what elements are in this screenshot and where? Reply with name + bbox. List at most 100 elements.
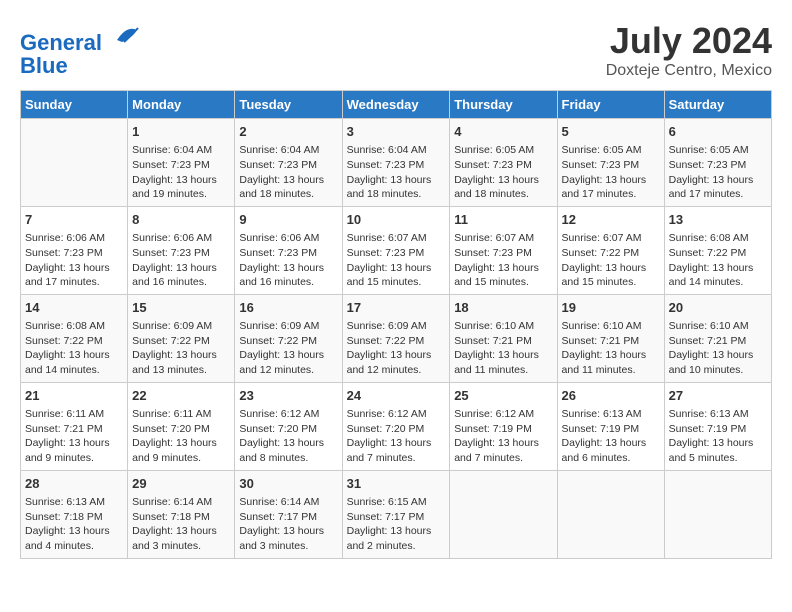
daylight-text: Daylight: 13 hours and 6 minutes. [562, 436, 660, 465]
calendar-cell: 17Sunrise: 6:09 AMSunset: 7:22 PMDayligh… [342, 294, 450, 382]
sunrise-text: Sunrise: 6:07 AM [347, 231, 446, 246]
month-title: July 2024 [606, 20, 772, 62]
sunset-text: Sunset: 7:23 PM [669, 158, 767, 173]
sunrise-text: Sunrise: 6:04 AM [347, 143, 446, 158]
sunset-text: Sunset: 7:18 PM [132, 510, 230, 525]
calendar-cell: 30Sunrise: 6:14 AMSunset: 7:17 PMDayligh… [235, 470, 342, 558]
calendar-cell: 19Sunrise: 6:10 AMSunset: 7:21 PMDayligh… [557, 294, 664, 382]
calendar-cell: 26Sunrise: 6:13 AMSunset: 7:19 PMDayligh… [557, 382, 664, 470]
calendar-cell: 3Sunrise: 6:04 AMSunset: 7:23 PMDaylight… [342, 119, 450, 207]
calendar-cell: 22Sunrise: 6:11 AMSunset: 7:20 PMDayligh… [128, 382, 235, 470]
sunset-text: Sunset: 7:22 PM [132, 334, 230, 349]
daylight-text: Daylight: 13 hours and 8 minutes. [239, 436, 337, 465]
sunrise-text: Sunrise: 6:15 AM [347, 495, 446, 510]
calendar-cell: 27Sunrise: 6:13 AMSunset: 7:19 PMDayligh… [664, 382, 771, 470]
week-row-3: 21 Sunrise: 6:11 AMSunset: 7:21 PM Dayligh… [21, 382, 772, 470]
calendar-cell: 28Sunrise: 6:13 AMSunset: 7:18 PMDayligh… [21, 470, 128, 558]
day-number: 10 [347, 211, 446, 229]
sunrise-text: Sunrise: 6:12 AM [347, 407, 446, 422]
daylight-text: Daylight: 13 hours and 9 minutes. [132, 436, 230, 465]
day-number: 17 [347, 299, 446, 317]
daylight-text: Daylight: 13 hours and 14 minutes. [669, 261, 767, 290]
sunset-text: Sunset: 7:22 PM [669, 246, 767, 261]
calendar-cell: 31Sunrise: 6:15 AMSunset: 7:17 PMDayligh… [342, 470, 450, 558]
page-header: General Blue July 2024 Doxteje Centro, M… [20, 20, 772, 80]
sunrise-text: Sunrise: 6:10 AM [454, 319, 552, 334]
sunset-text: Sunset: 7:22 PM [347, 334, 446, 349]
day-number: 23 [239, 387, 337, 405]
calendar-cell: 25Sunrise: 6:12 AMSunset: 7:19 PMDayligh… [450, 382, 557, 470]
sunset-text: Sunset: 7:20 PM [132, 422, 230, 437]
day-number: 25 [454, 387, 552, 405]
day-number: 15 [132, 299, 230, 317]
day-number: 26 [562, 387, 660, 405]
header-sunday: Sunday [21, 91, 128, 119]
sunrise-text: Sunrise: 6:07 AM [562, 231, 660, 246]
day-number: 30 [239, 475, 337, 493]
day-number: 31 [347, 475, 446, 493]
daylight-text: Daylight: 13 hours and 19 minutes. [132, 173, 230, 202]
day-number: 1 [132, 123, 230, 141]
sunset-text: Sunset: 7:21 PM [25, 422, 123, 437]
calendar-cell: 16Sunrise: 6:09 AMSunset: 7:22 PMDayligh… [235, 294, 342, 382]
sunrise-text: Sunrise: 6:14 AM [132, 495, 230, 510]
sunset-text: Sunset: 7:23 PM [25, 246, 123, 261]
daylight-text: Daylight: 13 hours and 17 minutes. [562, 173, 660, 202]
daylight-text: Daylight: 13 hours and 16 minutes. [132, 261, 230, 290]
sunset-text: Sunset: 7:22 PM [239, 334, 337, 349]
day-number: 29 [132, 475, 230, 493]
header-friday: Friday [557, 91, 664, 119]
sunset-text: Sunset: 7:20 PM [239, 422, 337, 437]
sunset-text: Sunset: 7:23 PM [132, 158, 230, 173]
calendar-cell: 21Sunrise: 6:11 AMSunset: 7:21 PMDayligh… [21, 382, 128, 470]
sunrise-text: Sunrise: 6:13 AM [669, 407, 767, 422]
day-number: 4 [454, 123, 552, 141]
sunset-text: Sunset: 7:19 PM [669, 422, 767, 437]
daylight-text: Daylight: 13 hours and 7 minutes. [347, 436, 446, 465]
calendar-cell: 5Sunrise: 6:05 AMSunset: 7:23 PMDaylight… [557, 119, 664, 207]
sunrise-text: Sunrise: 6:05 AM [562, 143, 660, 158]
daylight-text: Daylight: 13 hours and 18 minutes. [239, 173, 337, 202]
sunset-text: Sunset: 7:23 PM [347, 246, 446, 261]
sunrise-text: Sunrise: 6:10 AM [562, 319, 660, 334]
logo: General Blue [20, 20, 142, 77]
day-number: 21 [25, 387, 123, 405]
day-number: 16 [239, 299, 337, 317]
sunrise-text: Sunrise: 6:11 AM [25, 407, 123, 422]
sunset-text: Sunset: 7:18 PM [25, 510, 123, 525]
sunrise-text: Sunrise: 6:05 AM [669, 143, 767, 158]
sunrise-text: Sunrise: 6:04 AM [239, 143, 337, 158]
sunset-text: Sunset: 7:17 PM [239, 510, 337, 525]
sunset-text: Sunset: 7:21 PM [669, 334, 767, 349]
calendar-cell: 12Sunrise: 6:07 AMSunset: 7:22 PMDayligh… [557, 206, 664, 294]
sunrise-text: Sunrise: 6:08 AM [25, 319, 123, 334]
header-saturday: Saturday [664, 91, 771, 119]
day-number: 11 [454, 211, 552, 229]
daylight-text: Daylight: 13 hours and 3 minutes. [239, 524, 337, 553]
sunrise-text: Sunrise: 6:09 AM [132, 319, 230, 334]
sunrise-text: Sunrise: 6:05 AM [454, 143, 552, 158]
daylight-text: Daylight: 13 hours and 10 minutes. [669, 348, 767, 377]
title-block: July 2024 Doxteje Centro, Mexico [606, 20, 772, 80]
sunrise-text: Sunrise: 6:12 AM [239, 407, 337, 422]
calendar-cell: 8Sunrise: 6:06 AMSunset: 7:23 PMDaylight… [128, 206, 235, 294]
sunrise-text: Sunrise: 6:07 AM [454, 231, 552, 246]
sunset-text: Sunset: 7:19 PM [562, 422, 660, 437]
daylight-text: Daylight: 13 hours and 17 minutes. [25, 261, 123, 290]
daylight-text: Daylight: 13 hours and 15 minutes. [454, 261, 552, 290]
week-row-4: 28Sunrise: 6:13 AMSunset: 7:18 PMDayligh… [21, 470, 772, 558]
sunrise-text: Sunrise: 6:13 AM [25, 495, 123, 510]
sunrise-text: Sunrise: 6:06 AM [239, 231, 337, 246]
daylight-text: Daylight: 13 hours and 12 minutes. [347, 348, 446, 377]
calendar-cell: 9Sunrise: 6:06 AMSunset: 7:23 PMDaylight… [235, 206, 342, 294]
sunset-text: Sunset: 7:23 PM [454, 246, 552, 261]
day-number: 28 [25, 475, 123, 493]
calendar-cell: 15Sunrise: 6:09 AMSunset: 7:22 PMDayligh… [128, 294, 235, 382]
daylight-text: Daylight: 13 hours and 14 minutes. [25, 348, 123, 377]
sunset-text: Sunset: 7:23 PM [239, 158, 337, 173]
sunset-text: Sunset: 7:22 PM [562, 246, 660, 261]
week-row-0: 1Sunrise: 6:04 AMSunset: 7:23 PMDaylight… [21, 119, 772, 207]
logo-text: General [20, 20, 142, 55]
header-thursday: Thursday [450, 91, 557, 119]
sunset-text: Sunset: 7:22 PM [25, 334, 123, 349]
